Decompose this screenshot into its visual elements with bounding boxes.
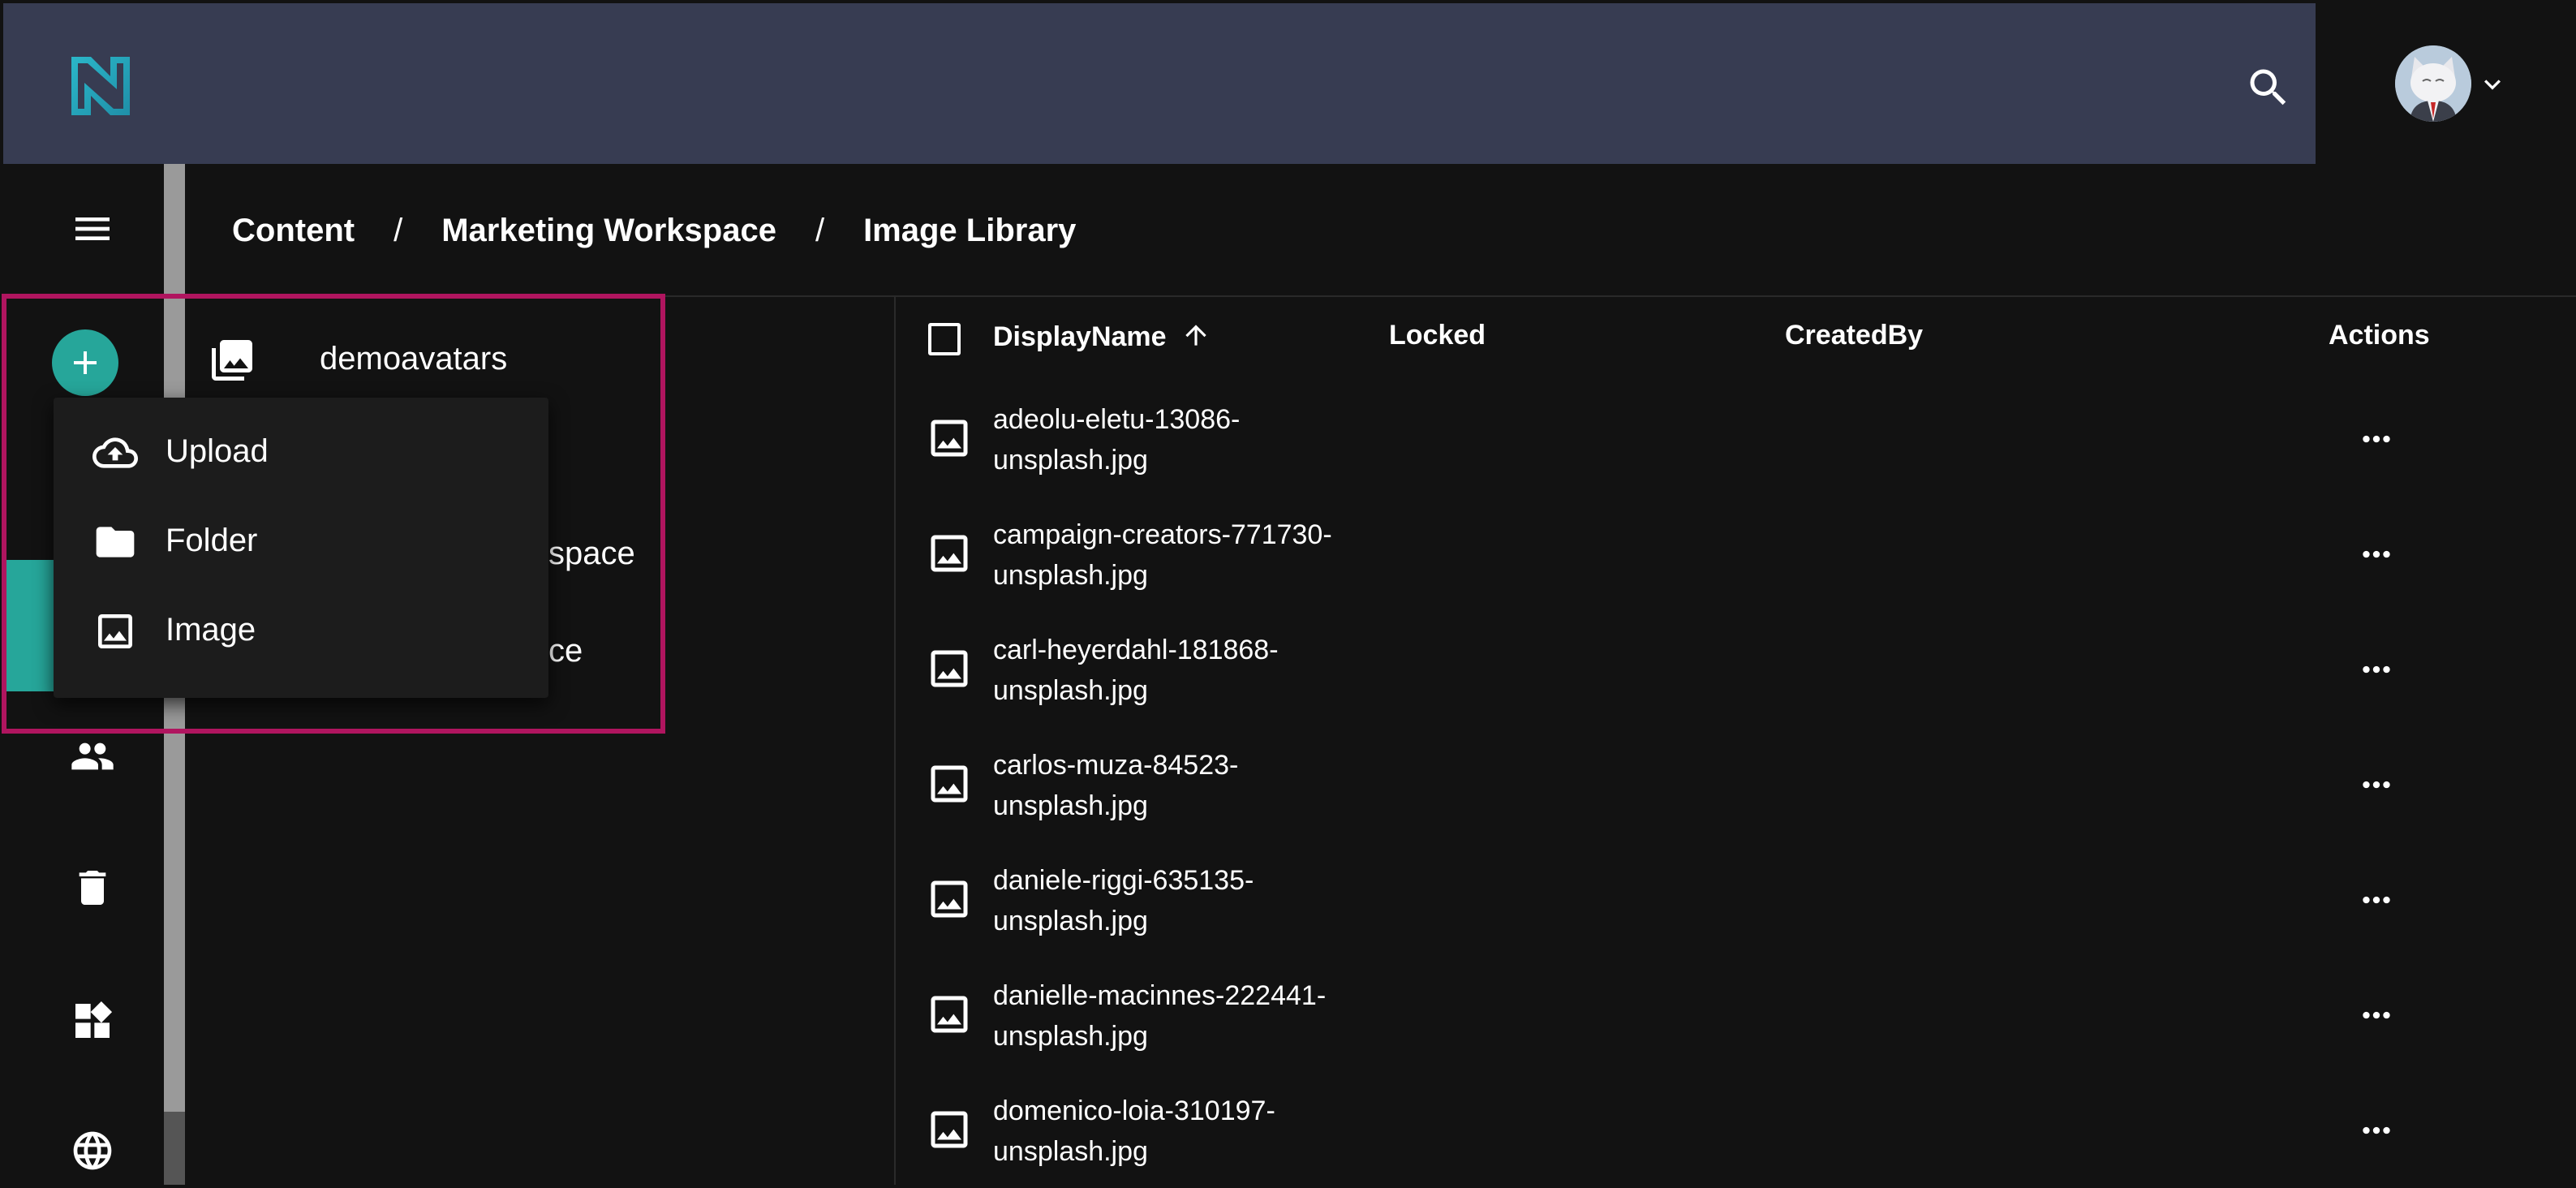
- image-icon: [931, 650, 968, 687]
- image-icon: [931, 1111, 968, 1148]
- more-horizontal-icon[interactable]: [2356, 880, 2397, 920]
- column-header-createdby[interactable]: CreatedBy: [1785, 320, 1923, 351]
- tree-item-demoavatars[interactable]: demoavatars: [320, 341, 507, 377]
- table-row[interactable]: carlos-muza-84523- unsplash.jpg: [896, 727, 2576, 842]
- search-icon[interactable]: [2244, 63, 2293, 112]
- image-icon: [931, 420, 968, 457]
- breadcrumb-separator: /: [815, 212, 825, 248]
- menu-item-folder-label: Folder: [166, 523, 258, 558]
- more-horizontal-icon[interactable]: [2356, 764, 2397, 805]
- create-menu: Upload Folder Image: [54, 398, 548, 698]
- globe-icon[interactable]: [70, 1128, 115, 1173]
- image-icon: [931, 535, 968, 572]
- table-row[interactable]: adeolu-eletu-13086- unsplash.jpg: [896, 381, 2576, 497]
- breadcrumb-separator: /: [393, 212, 403, 248]
- more-horizontal-icon[interactable]: [2356, 534, 2397, 575]
- file-name[interactable]: danielle-macinnes-222441- unsplash.jpg: [993, 975, 1326, 1057]
- table-row[interactable]: domenico-loia-310197- unsplash.jpg: [896, 1073, 2576, 1188]
- rail-scrollbar-track: [164, 1112, 185, 1185]
- image-icon: [931, 996, 968, 1033]
- file-name[interactable]: carl-heyerdahl-181868- unsplash.jpg: [993, 630, 1279, 711]
- menu-item-upload[interactable]: Upload: [54, 412, 548, 493]
- column-header-displayname[interactable]: DisplayName: [993, 320, 1211, 353]
- breadcrumb-content[interactable]: Content: [232, 213, 355, 249]
- file-name[interactable]: campaign-creators-771730- unsplash.jpg: [993, 514, 1332, 596]
- menu-item-folder[interactable]: Folder: [54, 501, 548, 583]
- tree-item-workspace[interactable]: space: [548, 536, 635, 572]
- breadcrumb-image-library[interactable]: Image Library: [863, 213, 1076, 249]
- widgets-icon[interactable]: [70, 998, 115, 1044]
- more-horizontal-icon[interactable]: [2356, 1110, 2397, 1151]
- top-bar: [3, 3, 2316, 164]
- image-icon: [931, 765, 968, 803]
- more-horizontal-icon[interactable]: [2356, 419, 2397, 459]
- header-divider: [185, 295, 2576, 297]
- folder-icon: [96, 527, 135, 557]
- breadcrumb-marketing-workspace[interactable]: Marketing Workspace: [441, 213, 776, 249]
- hamburger-menu-icon[interactable]: [70, 206, 115, 252]
- logo-icon[interactable]: [67, 49, 135, 123]
- table-row[interactable]: campaign-creators-771730- unsplash.jpg: [896, 497, 2576, 612]
- add-button[interactable]: [52, 329, 118, 396]
- cat-avatar[interactable]: [2395, 45, 2471, 122]
- trash-icon[interactable]: [70, 865, 115, 910]
- table-row[interactable]: daniele-riggi-635135- unsplash.jpg: [896, 842, 2576, 958]
- table-header: DisplayName Locked CreatedBy Actions: [896, 308, 2576, 373]
- file-name[interactable]: domenico-loia-310197- unsplash.jpg: [993, 1091, 1275, 1172]
- menu-item-image[interactable]: Image: [54, 591, 548, 672]
- tree-item-workspace-2[interactable]: ce: [548, 633, 583, 669]
- active-nav-indicator: [3, 560, 55, 691]
- file-name[interactable]: carlos-muza-84523- unsplash.jpg: [993, 745, 1238, 826]
- table-row[interactable]: danielle-macinnes-222441- unsplash.jpg: [896, 958, 2576, 1073]
- plus-icon: [74, 351, 97, 374]
- column-header-locked[interactable]: Locked: [1389, 320, 1486, 351]
- image-icon: [98, 614, 132, 648]
- file-name[interactable]: daniele-riggi-635135- unsplash.jpg: [993, 860, 1254, 941]
- select-all-checkbox[interactable]: [928, 323, 961, 355]
- file-name[interactable]: adeolu-eletu-13086- unsplash.jpg: [993, 399, 1240, 480]
- more-horizontal-icon[interactable]: [2356, 995, 2397, 1035]
- image-icon: [931, 880, 968, 918]
- column-header-actions: Actions: [2329, 320, 2430, 351]
- people-icon[interactable]: [70, 734, 115, 779]
- table-row[interactable]: carl-heyerdahl-181868- unsplash.jpg: [896, 612, 2576, 727]
- photo-library-icon: [212, 340, 252, 381]
- arrow-up-icon: [1185, 325, 1206, 346]
- menu-item-image-label: Image: [166, 612, 256, 648]
- cloud-upload-icon: [92, 437, 138, 468]
- chevron-down-icon[interactable]: [2476, 68, 2509, 101]
- menu-item-upload-label: Upload: [166, 433, 269, 469]
- more-horizontal-icon[interactable]: [2356, 649, 2397, 690]
- breadcrumb: Content / Marketing Workspace / Image Li…: [232, 206, 1076, 255]
